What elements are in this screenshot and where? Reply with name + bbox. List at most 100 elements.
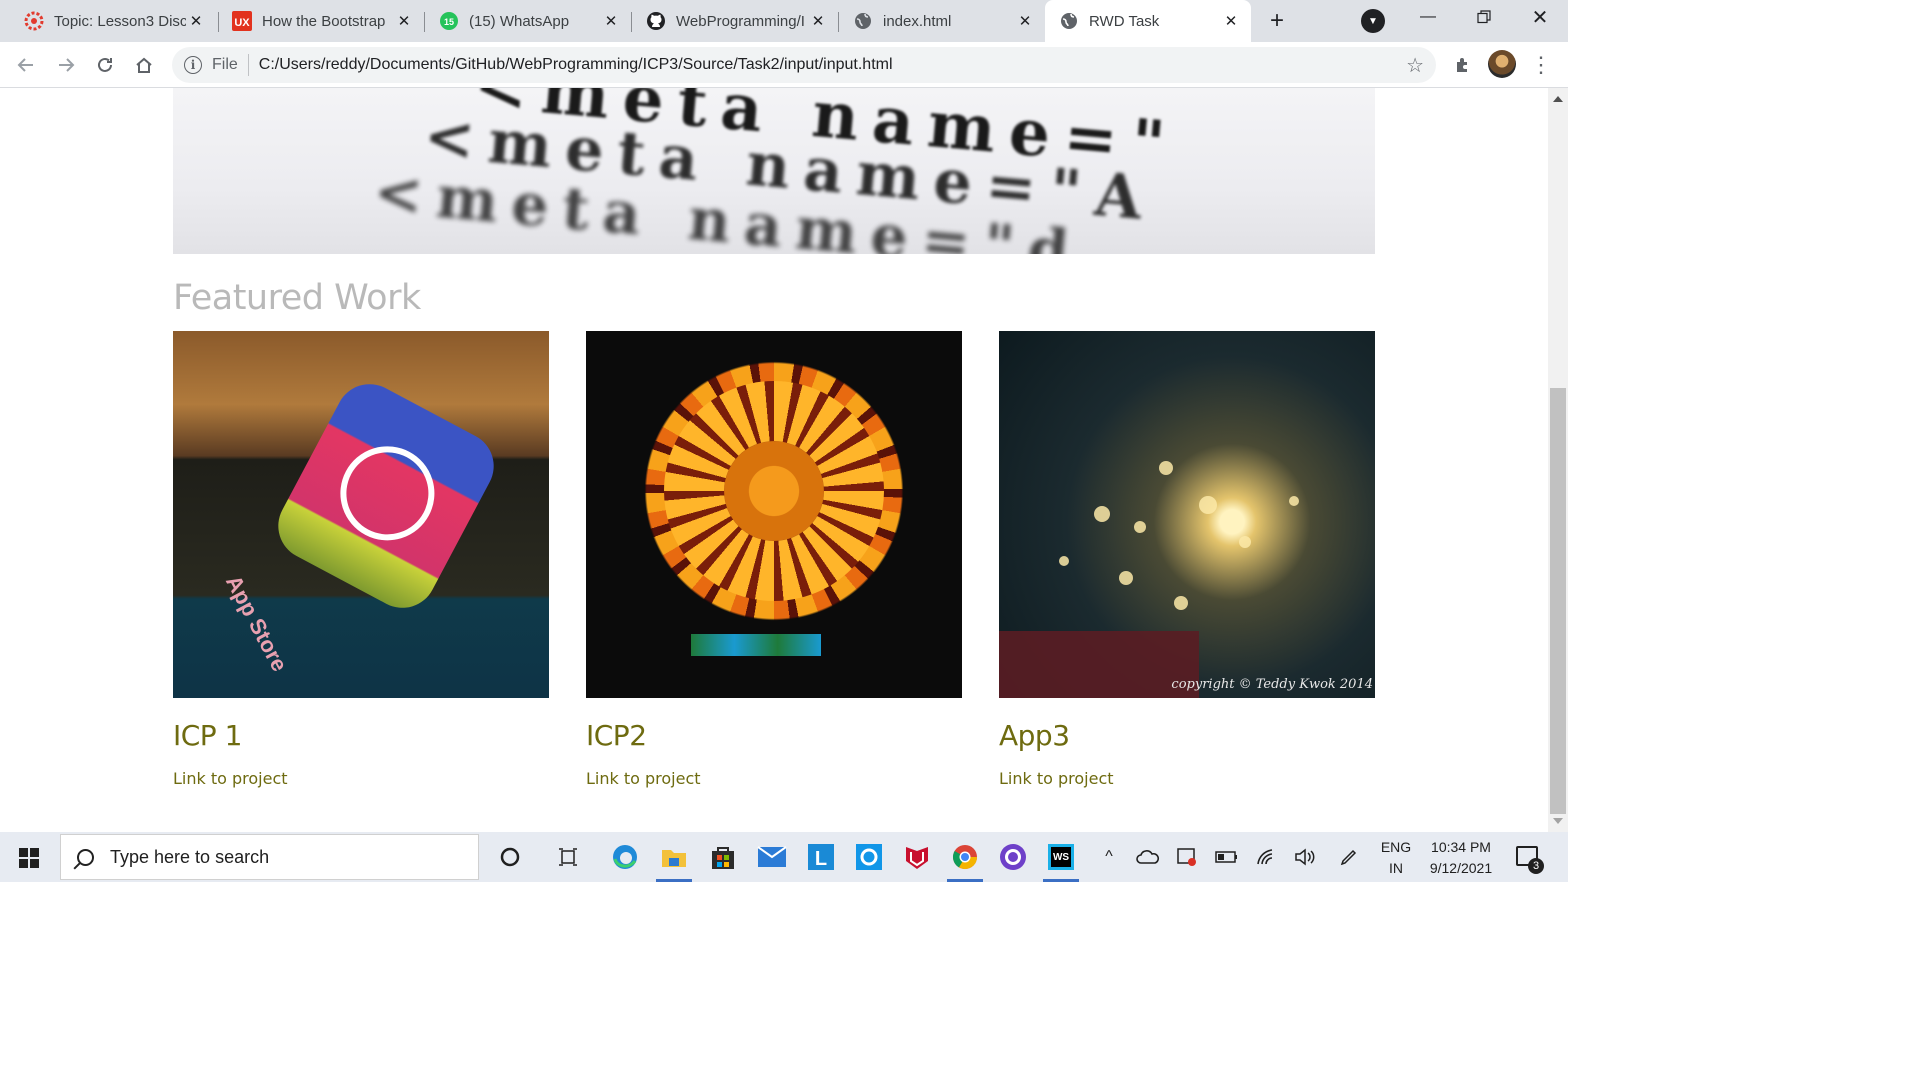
- tab-rwd-task[interactable]: RWD Task ✕: [1045, 0, 1251, 42]
- bokeh-light: [1094, 506, 1110, 522]
- taskbar-search-box[interactable]: Type here to search: [60, 834, 479, 880]
- search-icon: [77, 848, 94, 866]
- app-icon[interactable]: [854, 842, 884, 872]
- github-desktop-icon[interactable]: [998, 842, 1028, 872]
- github-icon: [646, 11, 666, 31]
- tab-index[interactable]: index.html ✕: [829, 0, 1045, 42]
- extensions-button[interactable]: [1449, 51, 1477, 79]
- vertical-scrollbar[interactable]: [1548, 88, 1568, 832]
- tab-label: WebProgramming/I: [676, 12, 805, 30]
- pen-icon[interactable]: [1334, 842, 1364, 872]
- close-window-button[interactable]: ✕: [1512, 0, 1568, 34]
- chrome-icon[interactable]: [950, 842, 980, 872]
- close-icon[interactable]: ✕: [186, 11, 206, 31]
- project-title: ICP 1: [173, 719, 242, 752]
- puzzle-icon: [1457, 58, 1467, 72]
- reload-button[interactable]: [91, 51, 119, 79]
- project-thumbnail: App Store: [173, 331, 549, 698]
- mcafee-icon[interactable]: [902, 842, 932, 872]
- bokeh-light: [1199, 496, 1217, 514]
- chevron-up-icon[interactable]: ^: [1094, 842, 1124, 872]
- thumbnail-text: App Store: [220, 571, 293, 676]
- home-icon: [136, 57, 152, 73]
- scheme-label: File: [212, 56, 238, 73]
- tab-lesson3[interactable]: Topic: Lesson3 Disc ✕: [0, 0, 216, 42]
- globe-icon: [1059, 11, 1079, 31]
- store-icon[interactable]: [708, 842, 738, 872]
- tab-label: (15) WhatsApp: [469, 12, 570, 30]
- forward-button[interactable]: [52, 51, 80, 79]
- language-code: ENG: [1380, 839, 1412, 855]
- windows-start-icon[interactable]: [19, 848, 39, 868]
- address-bar[interactable]: i File C:/Users/reddy/Documents/GitHub/W…: [172, 47, 1436, 83]
- lync-icon[interactable]: L: [806, 842, 836, 872]
- minimize-button[interactable]: —: [1400, 0, 1456, 34]
- flower-stripe: [691, 634, 821, 656]
- region-code: IN: [1389, 860, 1403, 876]
- close-icon[interactable]: ✕: [808, 11, 828, 31]
- bookmark-star-icon[interactable]: ☆: [1406, 53, 1424, 78]
- close-icon[interactable]: ✕: [601, 11, 621, 31]
- new-tab-button[interactable]: +: [1263, 7, 1291, 35]
- wifi-icon[interactable]: [1252, 842, 1282, 872]
- security-icon[interactable]: [1172, 842, 1202, 872]
- scrollbar-thumb[interactable]: [1550, 388, 1566, 814]
- project-link[interactable]: Link to project: [173, 769, 288, 788]
- bokeh-light: [1134, 521, 1146, 533]
- mail-icon[interactable]: [757, 842, 787, 872]
- edge-icon[interactable]: [610, 842, 640, 872]
- volume-icon[interactable]: [1290, 842, 1320, 872]
- active-app-indicator: [656, 879, 692, 882]
- restore-button[interactable]: [1456, 0, 1512, 34]
- active-app-indicator: [1043, 879, 1079, 882]
- project-card: App Store ICP 1 Link to project: [173, 331, 549, 788]
- url-text[interactable]: C:/Users/reddy/Documents/GitHub/WebProgr…: [259, 56, 893, 74]
- tab-whatsapp[interactable]: 15 (15) WhatsApp ✕: [415, 0, 631, 42]
- tab-github[interactable]: WebProgramming/I ✕: [622, 0, 838, 42]
- menu-button[interactable]: ⋮: [1527, 51, 1555, 79]
- project-card: ICP2 Link to project: [586, 331, 962, 788]
- tab-label: index.html: [883, 12, 952, 30]
- webstorm-icon[interactable]: WS: [1046, 842, 1076, 872]
- clock-date: 9/12/2021: [1429, 860, 1493, 876]
- ux-icon: UX: [232, 11, 252, 31]
- search-placeholder: Type here to search: [110, 846, 270, 867]
- bokeh-light: [1174, 596, 1188, 610]
- scroll-down-icon[interactable]: [1553, 818, 1563, 824]
- task-view-icon[interactable]: [553, 842, 583, 872]
- cortana-icon[interactable]: [495, 842, 525, 872]
- image-caption: copyright © Teddy Kwok 2014: [1171, 677, 1373, 692]
- address-divider: [247, 54, 249, 76]
- back-button[interactable]: [12, 51, 40, 79]
- home-button[interactable]: [130, 51, 158, 79]
- battery-icon[interactable]: [1212, 842, 1242, 872]
- system-clock[interactable]: 10:34 PM 9/12/2021: [1418, 837, 1504, 879]
- svg-text:15: 15: [444, 17, 454, 27]
- tab-bootstrap[interactable]: UX How the Bootstrap ✕: [208, 0, 424, 42]
- project-thumbnail: [586, 331, 962, 698]
- tab-label: RWD Task: [1089, 12, 1160, 30]
- project-link[interactable]: Link to project: [999, 769, 1114, 788]
- scroll-up-icon[interactable]: [1553, 96, 1563, 102]
- file-explorer-icon[interactable]: [659, 842, 689, 872]
- app-store-icon: [266, 372, 506, 620]
- onedrive-icon[interactable]: [1133, 842, 1163, 872]
- windows-taskbar: Type here to search L WS ^ ENG IN 10:34 …: [0, 832, 1568, 882]
- project-title: App3: [999, 719, 1070, 752]
- bokeh-light: [1239, 536, 1251, 548]
- flower-center: [724, 441, 824, 541]
- app-store-ring: [323, 429, 451, 557]
- project-link[interactable]: Link to project: [586, 769, 701, 788]
- close-icon[interactable]: ✕: [394, 11, 414, 31]
- tab-strip: Topic: Lesson3 Disc ✕ UX How the Bootstr…: [0, 0, 1568, 42]
- project-card: copyright © Teddy Kwok 2014 App3 Link to…: [999, 331, 1375, 788]
- close-icon[interactable]: ✕: [1015, 11, 1035, 31]
- language-indicator[interactable]: ENG IN: [1378, 837, 1414, 879]
- info-icon[interactable]: i: [184, 56, 202, 74]
- close-icon[interactable]: ✕: [1221, 11, 1241, 31]
- tab-search-button[interactable]: ▼: [1361, 9, 1385, 33]
- page-viewport: <meta name=" <meta name="A <meta name="d…: [0, 88, 1548, 832]
- project-thumbnail: copyright © Teddy Kwok 2014: [999, 331, 1375, 698]
- whatsapp-icon: 15: [439, 11, 459, 31]
- avatar[interactable]: [1488, 50, 1516, 78]
